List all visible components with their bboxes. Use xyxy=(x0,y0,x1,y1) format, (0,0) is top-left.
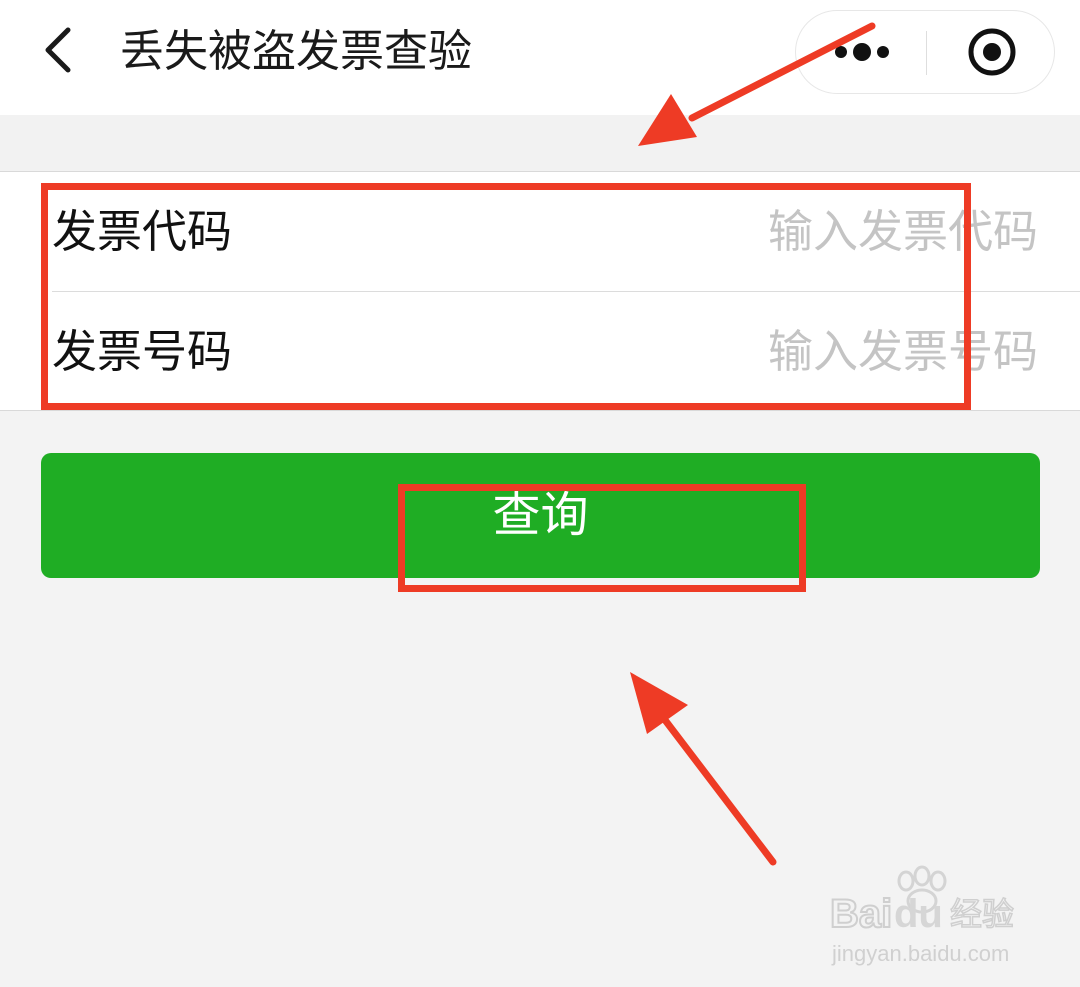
query-button[interactable]: 查询 xyxy=(41,453,1040,578)
section-gap xyxy=(0,115,1080,171)
invoice-number-label: 发票号码 xyxy=(52,325,233,378)
invoice-code-input[interactable] xyxy=(618,198,1038,264)
svg-text:du: du xyxy=(894,892,943,936)
baidu-paw-logo: Bai du 经验 jingyan.baidu.com xyxy=(829,865,1015,966)
invoice-number-input[interactable] xyxy=(618,318,1038,384)
invoice-form: 发票代码 发票号码 xyxy=(0,171,1080,411)
form-row-invoice-code: 发票代码 xyxy=(0,172,1080,292)
annotation-arrow-bottom xyxy=(630,672,777,866)
close-mini-program-button[interactable] xyxy=(927,11,1055,93)
form-row-invoice-number: 发票号码 xyxy=(0,292,1080,411)
chevron-left-icon xyxy=(45,27,71,73)
target-close-icon xyxy=(968,28,1016,76)
back-button[interactable] xyxy=(28,18,92,82)
svg-text:jingyan.baidu.com: jingyan.baidu.com xyxy=(831,941,1009,966)
mini-program-capsule xyxy=(795,10,1055,94)
more-button[interactable] xyxy=(796,11,926,93)
baidu-jingyan-watermark: Bai du 经验 jingyan.baidu.com xyxy=(828,865,1028,975)
more-dots-icon xyxy=(835,43,889,61)
page-title: 丢失被盗发票查验 xyxy=(120,26,472,77)
navigation-bar: 丢失被盗发票查验 xyxy=(0,0,1080,115)
invoice-code-label: 发票代码 xyxy=(52,205,233,258)
svg-text:经验: 经验 xyxy=(950,895,1014,933)
svg-text:Bai: Bai xyxy=(830,892,892,936)
